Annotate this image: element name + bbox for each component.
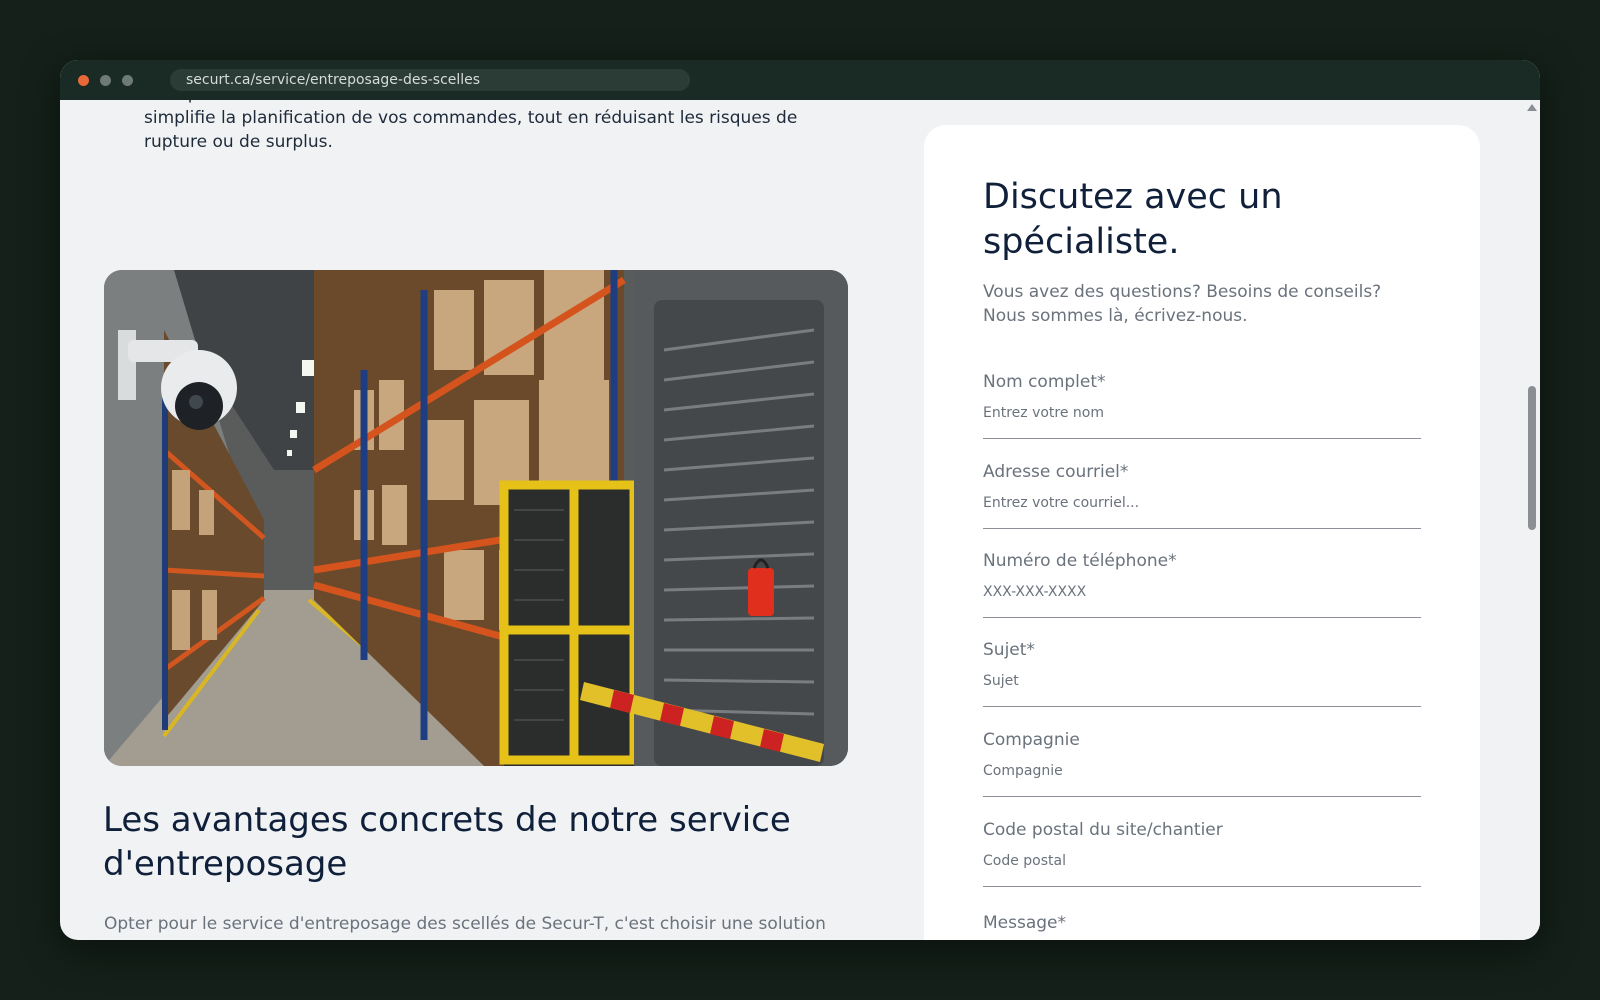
postal-code-field: Code postal du site/chantier xyxy=(983,820,1421,887)
form-subtitle: Vous avez des questions? Besoins de cons… xyxy=(983,282,1382,326)
postal-code-label: Code postal du site/chantier xyxy=(983,820,1223,840)
phone-field: Numéro de téléphone* xyxy=(983,551,1421,618)
company-input[interactable] xyxy=(983,763,1413,779)
maximize-window-button[interactable] xyxy=(122,75,133,86)
warehouse-photo xyxy=(104,270,848,766)
section-title: Les avantages concrets de notre service … xyxy=(103,800,791,884)
close-window-button[interactable] xyxy=(78,75,89,86)
address-bar[interactable]: securt.ca/service/entreposage-des-scelle… xyxy=(170,69,690,91)
minimize-window-button[interactable] xyxy=(100,75,111,86)
browser-window: securt.ca/service/entreposage-des-scelle… xyxy=(60,60,1540,940)
email-field: Adresse courriel* xyxy=(983,462,1421,529)
subject-field: Sujet* xyxy=(983,640,1421,707)
intro-paragraph: transparence. Cela vous assure une visib… xyxy=(144,100,798,152)
full-name-input[interactable] xyxy=(983,405,1413,421)
phone-label: Numéro de téléphone* xyxy=(983,551,1177,571)
section-paragraph: Opter pour le service d'entreposage des … xyxy=(104,914,826,934)
company-field: Compagnie xyxy=(983,730,1421,797)
form-title: Discutez avec un spécialiste. xyxy=(983,177,1283,262)
subject-input[interactable] xyxy=(983,673,1413,689)
company-label: Compagnie xyxy=(983,730,1080,750)
phone-input[interactable] xyxy=(983,584,1413,600)
postal-code-input[interactable] xyxy=(983,853,1413,869)
page-content: transparence. Cela vous assure une visib… xyxy=(60,100,1540,940)
email-input[interactable] xyxy=(983,495,1413,511)
message-label: Message* xyxy=(983,913,1067,933)
scroll-up-arrow-icon[interactable] xyxy=(1527,104,1537,111)
email-label: Adresse courriel* xyxy=(983,462,1129,482)
subject-label: Sujet* xyxy=(983,640,1035,660)
full-name-label: Nom complet* xyxy=(983,372,1106,392)
contact-form-card: Discutez avec un spécialiste. Vous avez … xyxy=(924,125,1480,940)
full-name-field: Nom complet* xyxy=(983,372,1421,439)
browser-titlebar: securt.ca/service/entreposage-des-scelle… xyxy=(60,60,1540,100)
scrollbar-thumb[interactable] xyxy=(1528,386,1536,530)
